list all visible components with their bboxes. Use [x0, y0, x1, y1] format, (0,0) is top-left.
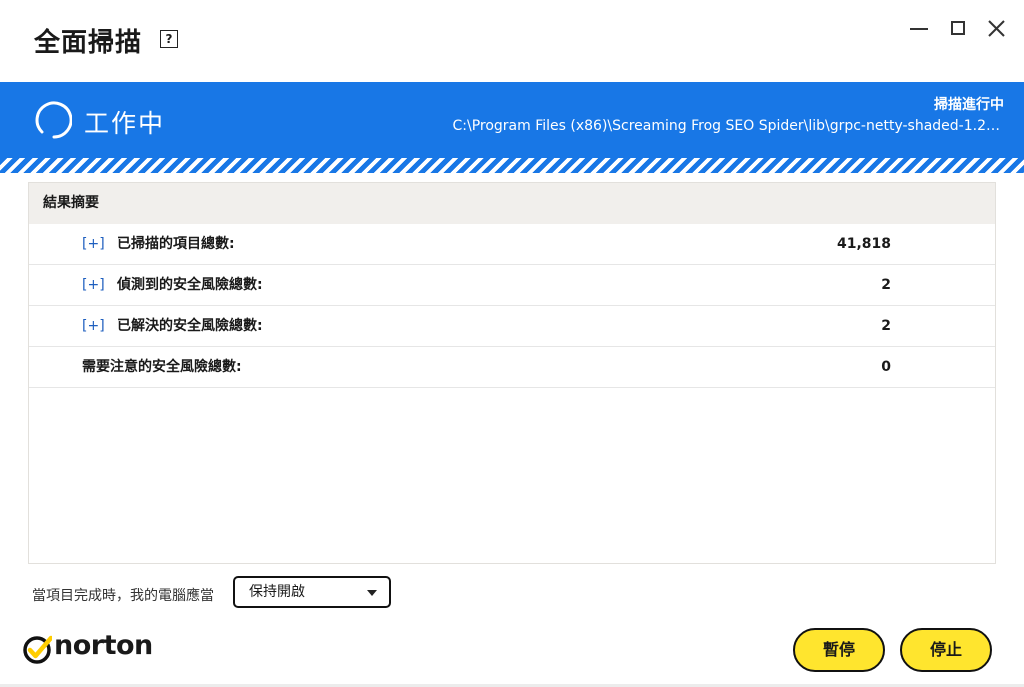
- summary-row-detected-risks: [+] 偵測到的安全風險總數: 2: [29, 265, 995, 306]
- norton-logo-text: norton: [54, 630, 153, 661]
- scan-progress-label: 掃描進行中: [934, 97, 1004, 113]
- chevron-down-icon: [367, 590, 377, 596]
- spinner-icon: [35, 101, 72, 139]
- close-icon: [988, 20, 1005, 37]
- close-button[interactable]: [982, 14, 1012, 44]
- summary-row-attention-risks: 需要注意的安全風險總數: 0: [29, 347, 995, 388]
- maximize-icon: [951, 21, 965, 35]
- expand-toggle[interactable]: [+]: [82, 306, 105, 346]
- results-summary-header: 結果摘要: [29, 183, 995, 224]
- current-scan-path: C:\Program Files (x86)\Screaming Frog SE…: [452, 118, 1001, 134]
- expand-toggle[interactable]: [+]: [82, 265, 105, 305]
- completion-prompt: 當項目完成時，我的電腦應當: [32, 588, 214, 604]
- status-text: 工作中: [84, 109, 166, 138]
- status-banner: 工作中 掃描進行中 C:\Program Files (x86)\Screami…: [0, 82, 1024, 158]
- summary-row-resolved-risks: [+] 已解決的安全風險總數: 2: [29, 306, 995, 347]
- stop-button[interactable]: 停止: [900, 628, 992, 672]
- summary-row-value: 41,818: [836, 236, 891, 252]
- completion-action-select[interactable]: 保持開啟: [233, 576, 391, 608]
- minimize-button[interactable]: [904, 14, 934, 44]
- summary-row-label: 已解決的安全風險總數:: [117, 318, 263, 334]
- results-summary-panel: 結果摘要 [+] 已掃描的項目總數: 41,818 [+] 偵測到的安全風險總數…: [28, 182, 996, 564]
- summary-row-scanned-items: [+] 已掃描的項目總數: 41,818: [29, 224, 995, 265]
- maximize-button[interactable]: [943, 14, 973, 44]
- summary-row-label: 已掃描的項目總數:: [117, 236, 235, 252]
- summary-row-label: 偵測到的安全風險總數:: [117, 277, 263, 293]
- completion-action-value: 保持開啟: [249, 584, 305, 600]
- summary-row-value: 0: [881, 359, 891, 375]
- minimize-icon: [910, 28, 928, 30]
- window-title: 全面掃描: [34, 28, 143, 58]
- progress-stripes: [0, 158, 1024, 173]
- summary-row-label: 需要注意的安全風險總數:: [82, 359, 242, 375]
- norton-checkmark-icon: [23, 635, 52, 664]
- help-icon[interactable]: ?: [160, 30, 178, 48]
- pause-button[interactable]: 暫停: [793, 628, 885, 672]
- expand-toggle[interactable]: [+]: [82, 224, 105, 264]
- summary-row-value: 2: [881, 277, 891, 293]
- summary-row-value: 2: [881, 318, 891, 334]
